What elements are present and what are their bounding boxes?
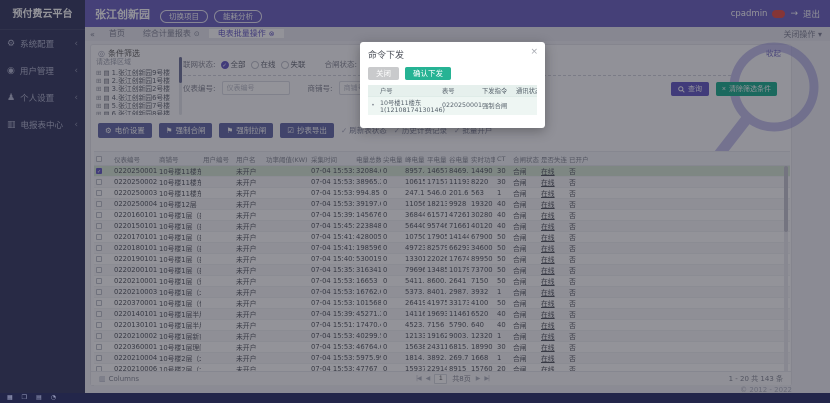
dialog-close-button[interactable]: 关闭 [368, 67, 399, 80]
modal-col-header: 户号 [378, 85, 440, 96]
modal-col-header: 下发指令 [480, 85, 514, 96]
row-bullet-icon: • [368, 96, 378, 115]
modal-row[interactable]: •10号楼11楼东1(12108174130146)0220250001强制合闸 [368, 96, 537, 115]
close-icon[interactable]: × [530, 47, 538, 57]
modal-col-header: 表号 [440, 85, 480, 96]
window-icon[interactable]: ❐ [22, 393, 27, 403]
settings-icon[interactable]: ◔ [51, 393, 56, 403]
modal-cell-comm-status [514, 96, 537, 115]
command-dialog: 命令下发 × 关闭 确认下发 户号表号下发指令通讯状态 •10号楼11楼东1(1… [360, 42, 545, 128]
files-icon[interactable]: ▤ [36, 393, 42, 403]
modal-cell-meter: 0220250001 [440, 96, 480, 115]
command-table: 户号表号下发指令通讯状态 •10号楼11楼东1(12108174130146)0… [368, 85, 537, 115]
modal-cell-account: 10号楼11楼东1(12108174130146) [378, 96, 440, 115]
start-menu-icon[interactable]: ▦ [7, 393, 13, 403]
dialog-title: 命令下发 [360, 42, 545, 64]
modal-cell-command: 强制合闸 [480, 96, 514, 115]
modal-col-bullet [368, 85, 378, 96]
dialog-confirm-button[interactable]: 确认下发 [405, 67, 451, 80]
modal-col-header: 通讯状态 [514, 85, 537, 96]
os-taskbar: ▦ ❐ ▤ ◔ [0, 393, 830, 403]
